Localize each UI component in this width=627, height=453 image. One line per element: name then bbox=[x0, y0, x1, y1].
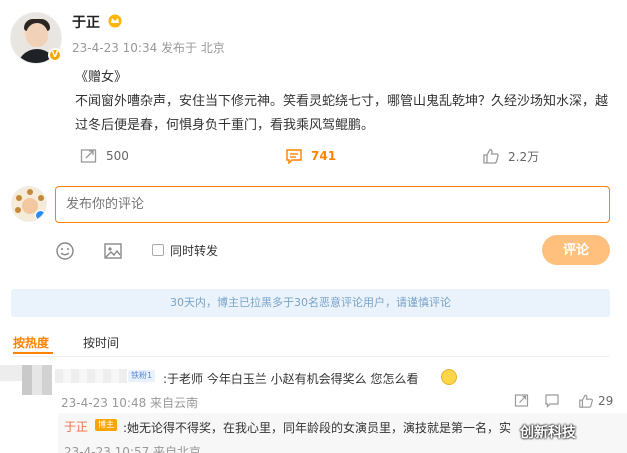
comment-like-count: 29 bbox=[598, 394, 614, 408]
post-meta: 23-4-23 10:34 发布于 北京 bbox=[72, 41, 225, 55]
comment-button[interactable]: 741 bbox=[285, 146, 336, 166]
comment-meta: 23-4-23 10:48 来自云南 bbox=[61, 396, 199, 410]
reply-text: :她无论得不得奖，在我心里，同年龄段的女演员里，演技就是第一名，实 bbox=[123, 421, 512, 435]
comment-input[interactable] bbox=[55, 186, 610, 223]
tab-active-indicator bbox=[13, 352, 53, 354]
commenter-avatar[interactable] bbox=[22, 365, 52, 395]
comment-notice: 30天内，博主已拉黑多于30名恶意评论用户，请谨慎评论 bbox=[11, 289, 610, 317]
like-button[interactable]: 2.2万 bbox=[482, 146, 539, 166]
repost-icon[interactable] bbox=[514, 393, 530, 409]
comment-text: :于老师 今年白玉兰 小赵有机会得奖么 您怎么看 bbox=[163, 372, 419, 386]
blogger-badge: 博主 bbox=[95, 419, 117, 431]
comment-count: 741 bbox=[311, 149, 337, 163]
repost-label: 同时转发 bbox=[170, 244, 219, 258]
watermark: 创新科技 bbox=[520, 425, 576, 441]
crown-icon bbox=[108, 14, 122, 28]
image-icon[interactable] bbox=[103, 241, 123, 261]
tab-sort-time[interactable]: 按时间 bbox=[83, 334, 119, 351]
tab-sort-hot[interactable]: 按热度 bbox=[13, 334, 49, 351]
repost-count: 500 bbox=[106, 149, 129, 163]
comment-icon bbox=[286, 149, 302, 164]
reply-author-name[interactable]: 于正 bbox=[64, 418, 88, 435]
current-user-avatar[interactable] bbox=[11, 186, 47, 222]
reply-meta: 23-4-23 10:57 来自北京 bbox=[64, 445, 202, 453]
blurred-avatar bbox=[0, 365, 22, 381]
repost-checkbox[interactable] bbox=[152, 244, 164, 256]
repost-icon bbox=[80, 149, 97, 163]
commenter-name-blurred[interactable] bbox=[55, 369, 127, 383]
emoji-icon[interactable] bbox=[55, 241, 75, 261]
verified-badge-icon: V bbox=[48, 48, 62, 62]
author-name[interactable]: 于正 bbox=[72, 12, 100, 32]
submit-comment-button[interactable]: 评论 bbox=[542, 235, 610, 265]
comment-like-button[interactable]: 29 bbox=[578, 393, 613, 409]
fan-badge: 铁粉1 bbox=[128, 370, 156, 382]
post-title: 《赠女》 bbox=[75, 70, 128, 85]
thumbs-up-icon bbox=[483, 148, 499, 164]
repost-button[interactable]: 500 bbox=[80, 146, 129, 166]
divider bbox=[11, 356, 610, 357]
emoji-face-icon bbox=[441, 369, 457, 385]
like-count: 2.2万 bbox=[508, 149, 540, 164]
comment-icon[interactable] bbox=[544, 393, 560, 409]
thumbs-up-icon bbox=[579, 394, 593, 408]
post-text: 不闻窗外嘈杂声，安住当下修元神。笑看灵蛇绕七寸，哪管山鬼乱乾坤？久经沙场知水深，… bbox=[75, 94, 609, 133]
